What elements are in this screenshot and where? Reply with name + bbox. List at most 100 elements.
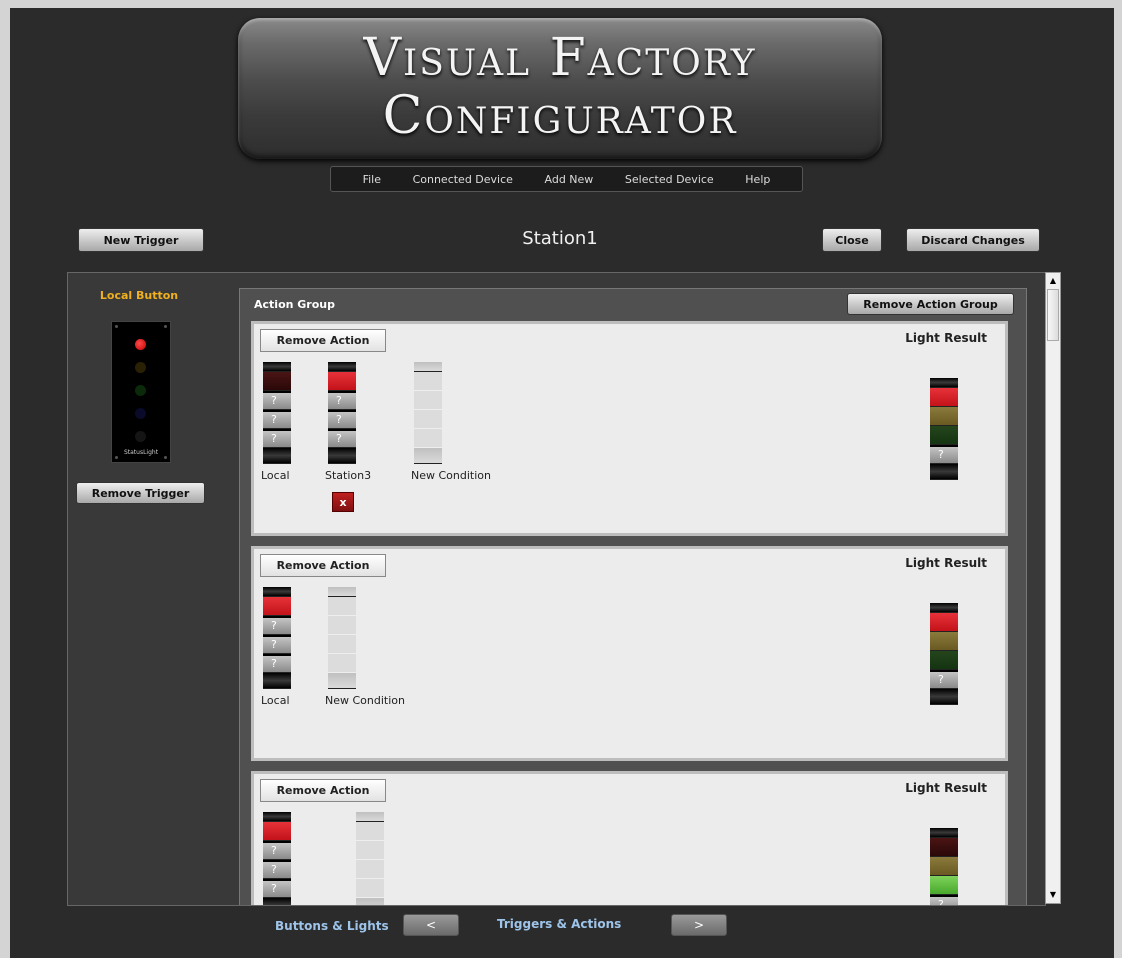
light-segment-darkgreen[interactable] — [930, 426, 958, 445]
light-segment-unknown[interactable]: ? — [328, 429, 356, 448]
light-segment-unknown[interactable]: ? — [930, 670, 958, 689]
remove-action-button[interactable]: Remove Action — [260, 779, 386, 802]
light-segment-unknown[interactable]: ? — [263, 391, 291, 410]
next-page-button[interactable]: > — [671, 914, 727, 936]
light-stack-bottom-cap — [328, 448, 356, 464]
menu-selected-device[interactable]: Selected Device — [625, 173, 714, 186]
menu-help[interactable]: Help — [745, 173, 770, 186]
delete-condition-icon[interactable]: x — [332, 492, 354, 512]
light-segment-red[interactable] — [263, 822, 291, 841]
discard-changes-button[interactable]: Discard Changes — [906, 228, 1040, 252]
unknown-light-mark: ? — [271, 882, 277, 895]
light-segment-unknown[interactable]: ? — [263, 879, 291, 898]
light-segment-unknown[interactable]: ? — [328, 391, 356, 410]
light-segment-darkred[interactable] — [263, 372, 291, 391]
light-segment-empty[interactable] — [328, 654, 356, 673]
condition-light-stack[interactable] — [414, 362, 442, 464]
light-stack-bottom-cap — [930, 689, 958, 705]
menu-file[interactable]: File — [363, 173, 381, 186]
light-segment-empty[interactable] — [356, 860, 384, 879]
light-segment-empty[interactable] — [328, 635, 356, 654]
light-result-label: Light Result — [905, 331, 987, 345]
light-segment-red[interactable] — [263, 597, 291, 616]
unknown-light-mark: ? — [271, 394, 277, 407]
close-button[interactable]: Close — [822, 228, 882, 252]
light-segment-unknown[interactable]: ? — [263, 616, 291, 635]
light-segment-empty[interactable] — [356, 841, 384, 860]
light-segment-empty[interactable] — [328, 597, 356, 616]
light-segment-unknown[interactable]: ? — [263, 654, 291, 673]
light-segment-unknown[interactable]: ? — [930, 445, 958, 464]
light-stack-bottom-cap — [263, 673, 291, 689]
nav-triggers-actions-label[interactable]: Triggers & Actions — [497, 917, 621, 931]
banner-title-line1: Visual Factory — [363, 28, 757, 88]
action-item: Remove Action Light Result???? — [251, 771, 1008, 905]
unknown-light-mark: ? — [271, 638, 277, 651]
new-trigger-button[interactable]: New Trigger — [78, 228, 204, 252]
light-stack-top-cap — [328, 362, 356, 372]
condition-label: Local — [261, 694, 290, 707]
remove-action-group-button[interactable]: Remove Action Group — [847, 293, 1014, 315]
condition-light-stack[interactable]: ??? — [263, 587, 291, 689]
condition-light-stack[interactable] — [356, 812, 384, 905]
light-segment-olive[interactable] — [930, 407, 958, 426]
light-segment-unknown[interactable]: ? — [263, 429, 291, 448]
unknown-light-mark: ? — [271, 863, 277, 876]
remove-action-button[interactable]: Remove Action — [260, 329, 386, 352]
menu-bar: File Connected Device Add New Selected D… — [330, 166, 803, 192]
light-segment-empty[interactable] — [414, 429, 442, 448]
light-stack-top-cap — [356, 812, 384, 822]
vertical-scrollbar[interactable]: ▲ ▼ — [1045, 272, 1061, 904]
trigger-title: Local Button — [99, 289, 179, 302]
light-segment-empty[interactable] — [356, 822, 384, 841]
unknown-light-mark: ? — [271, 432, 277, 445]
condition-light-stack[interactable]: ??? — [263, 362, 291, 464]
light-segment-darkgreen[interactable] — [930, 651, 958, 670]
light-stack-top-cap — [263, 362, 291, 372]
nav-buttons-lights-label[interactable]: Buttons & Lights — [275, 919, 389, 933]
light-stack-top-cap — [328, 587, 356, 597]
remove-trigger-button[interactable]: Remove Trigger — [76, 482, 205, 504]
light-segment-olive[interactable] — [930, 632, 958, 651]
light-segment-darkred[interactable] — [930, 838, 958, 857]
light-segment-lightgreen[interactable] — [930, 876, 958, 895]
light-segment-empty[interactable] — [414, 391, 442, 410]
device-logo: StatusLight — [123, 449, 159, 456]
condition-label: Local — [261, 469, 290, 482]
trigger-panel: Local Button StatusLight Remove Trigger … — [67, 272, 1046, 906]
light-segment-red[interactable] — [328, 372, 356, 391]
light-segment-red[interactable] — [930, 613, 958, 632]
menu-add-new[interactable]: Add New — [545, 173, 594, 186]
light-segment-empty[interactable] — [414, 410, 442, 429]
scroll-thumb[interactable] — [1047, 289, 1059, 341]
action-group: Action Group Remove Action Group Remove … — [239, 288, 1027, 905]
unknown-light-mark: ? — [938, 448, 944, 461]
light-segment-unknown[interactable]: ? — [930, 895, 958, 905]
unknown-light-mark: ? — [336, 413, 342, 426]
light-segment-olive[interactable] — [930, 857, 958, 876]
light-segment-empty[interactable] — [356, 879, 384, 898]
light-segment-unknown[interactable]: ? — [263, 860, 291, 879]
condition-light-stack[interactable]: ??? — [328, 362, 356, 464]
prev-page-button[interactable]: < — [403, 914, 459, 936]
light-segment-unknown[interactable]: ? — [263, 635, 291, 654]
menu-connected-device[interactable]: Connected Device — [413, 173, 513, 186]
light-segment-empty[interactable] — [414, 372, 442, 391]
scroll-down-icon[interactable]: ▼ — [1046, 888, 1060, 902]
light-stack-top-cap — [414, 362, 442, 372]
light-segment-unknown[interactable]: ? — [263, 841, 291, 860]
scroll-up-icon[interactable]: ▲ — [1046, 274, 1060, 288]
light-segment-red[interactable] — [930, 388, 958, 407]
light-stack-bottom-cap — [414, 448, 442, 464]
light-stack-bottom-cap — [263, 448, 291, 464]
light-result-label: Light Result — [905, 781, 987, 795]
condition-light-stack[interactable] — [328, 587, 356, 689]
unknown-light-mark: ? — [271, 844, 277, 857]
light-segment-unknown[interactable]: ? — [328, 410, 356, 429]
condition-light-stack[interactable]: ??? — [263, 812, 291, 905]
device-led-white — [135, 431, 146, 442]
light-segment-unknown[interactable]: ? — [263, 410, 291, 429]
remove-action-button[interactable]: Remove Action — [260, 554, 386, 577]
light-segment-empty[interactable] — [328, 616, 356, 635]
page-title: Station1 — [522, 228, 598, 249]
